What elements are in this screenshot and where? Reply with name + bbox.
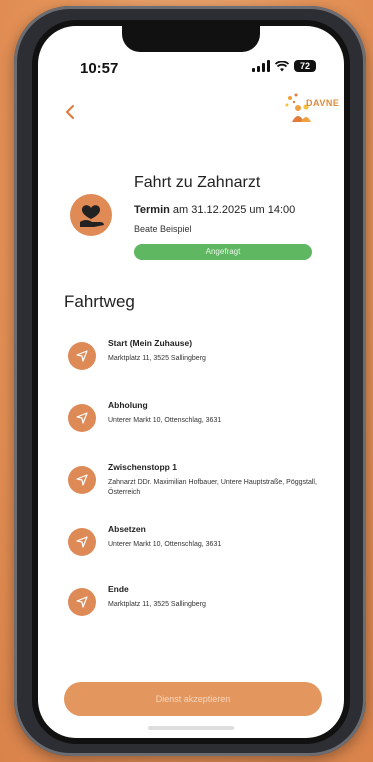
status-icons: 72: [252, 60, 316, 72]
stop-address: Zahnarzt DDr. Maximilian Hofbauer, Unter…: [108, 479, 317, 496]
heart-hand-icon: [80, 205, 104, 227]
wifi-icon: [275, 60, 289, 71]
stop-address: Marktplatz 11, 3525 Sallingberg: [108, 355, 206, 362]
stop-address: Unterer Markt 10, Ottenschlag, 3631: [108, 541, 222, 548]
appointment-date: am 31.12.2025 um 14:00: [172, 204, 296, 216]
avatar: [70, 194, 112, 236]
passenger-name: Beate Beispiel: [134, 224, 192, 234]
chevron-left-icon: [65, 105, 74, 119]
accept-service-button[interactable]: Dienst akzeptieren: [64, 682, 322, 716]
navigation-icon: [68, 466, 96, 494]
ride-title: Fahrt zu Zahnarzt: [134, 174, 261, 191]
route-title: Fahrtweg: [64, 292, 135, 311]
app-screen: 10:57 72 DAVNE Fahrt zu Zahnarzt Termin …: [38, 26, 344, 738]
stop-label: Abholung: [108, 400, 148, 410]
camera-notch: [122, 26, 260, 52]
appointment-label: Termin: [134, 204, 170, 216]
navigation-icon: [68, 404, 96, 432]
back-button[interactable]: [64, 98, 76, 124]
home-indicator: [148, 726, 234, 730]
logo-text: DAVNE: [306, 98, 340, 108]
stop-label: Absetzen: [108, 524, 146, 534]
navigation-icon: [68, 588, 96, 616]
navigation-icon: [68, 528, 96, 556]
status-badge: Angefragt: [134, 244, 312, 260]
stop-label: Zwischenstopp 1: [108, 462, 177, 472]
stop-address: Unterer Markt 10, Ottenschlag, 3631: [108, 417, 222, 424]
navigation-icon: [68, 342, 96, 370]
stop-label: Ende: [108, 584, 129, 594]
status-time: 10:57: [80, 60, 119, 77]
battery-indicator: 72: [294, 60, 316, 72]
appointment-line: Termin am 31.12.2025 um 14:00: [134, 204, 295, 216]
stop-label: Start (Mein Zuhause): [108, 338, 193, 348]
stop-address: Marktplatz 11, 3525 Sallingberg: [108, 601, 206, 608]
signal-icon: [252, 60, 270, 72]
